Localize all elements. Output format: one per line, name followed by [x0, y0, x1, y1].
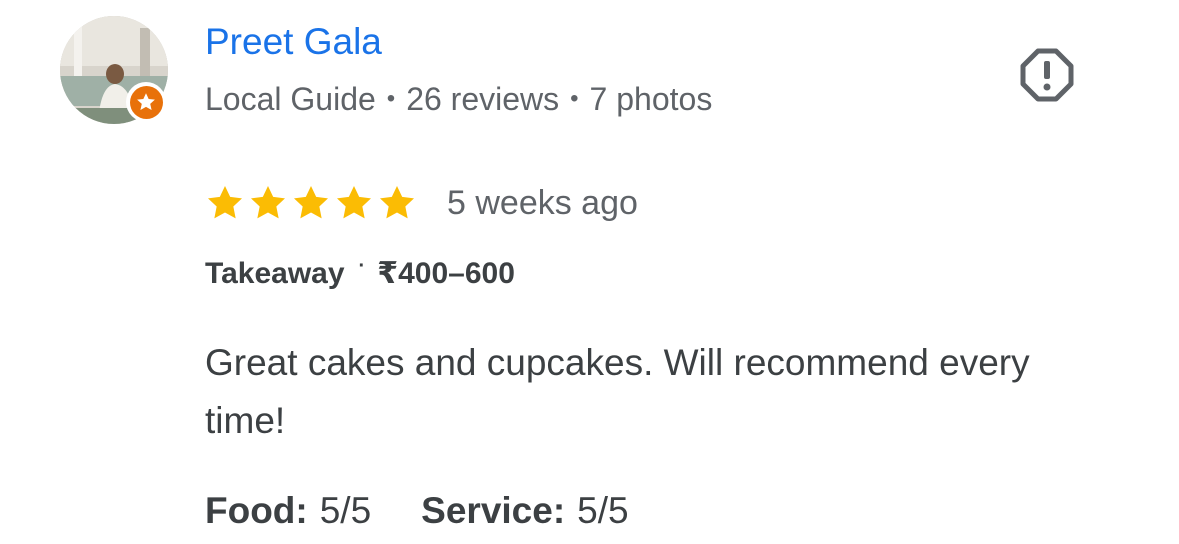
local-guide-badge	[126, 82, 166, 122]
reviewer-review-count: 26 reviews	[406, 81, 560, 117]
reviewer-level: Local Guide	[205, 81, 376, 117]
score-list: Food: 5/5 Service: 5/5	[205, 488, 629, 534]
review-text: Great cakes and cupcakes. Will recommend…	[205, 342, 1030, 441]
reviewer-photo-count: 7 photos	[589, 81, 713, 117]
score-food: Food: 5/5	[205, 488, 371, 534]
star-icon	[208, 186, 242, 219]
score-value: 5/5	[577, 490, 629, 531]
rating-row: 5 weeks ago	[205, 180, 638, 226]
local-guide-star-icon	[129, 85, 163, 119]
score-service: Service: 5/5	[421, 488, 628, 534]
score-label: Food:	[205, 490, 308, 531]
star-icon	[380, 186, 414, 219]
service-separator: ·	[358, 255, 366, 277]
meta-separator: •	[570, 85, 579, 112]
reviewer-meta: Local Guide • 26 reviews • 7 photos	[205, 80, 712, 118]
score-value: 5/5	[319, 490, 372, 531]
service-info: Takeaway · ₹400–600	[205, 254, 515, 294]
price-range: ₹400–600	[377, 257, 515, 290]
meta-separator: •	[386, 85, 396, 112]
star-rating	[205, 183, 420, 223]
star-icon	[251, 186, 285, 219]
report-flag-icon[interactable]	[1018, 46, 1076, 104]
score-label: Service:	[421, 490, 566, 531]
star-icon	[294, 186, 328, 219]
review-card: Preet Gala Local Guide • 26 reviews • 7 …	[0, 0, 1179, 544]
reviewer-name[interactable]: Preet Gala	[205, 20, 382, 64]
review-time: 5 weeks ago	[447, 183, 638, 222]
star-icon	[337, 186, 371, 219]
service-type: Takeaway	[205, 257, 345, 290]
